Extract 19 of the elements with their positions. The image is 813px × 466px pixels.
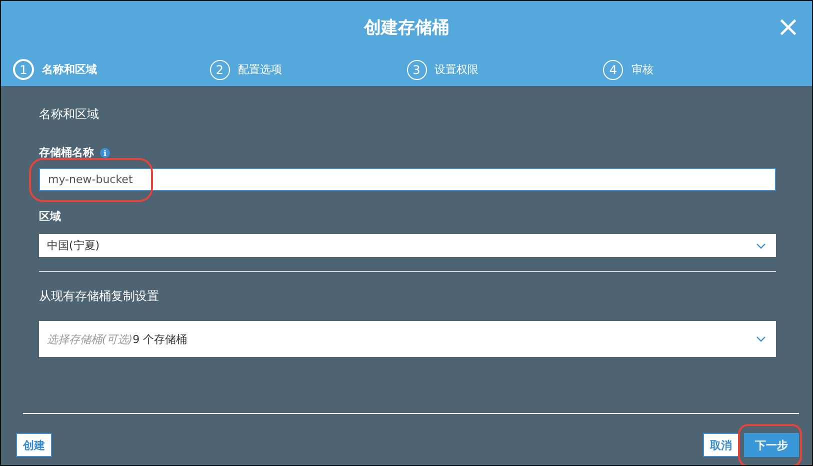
step-tab[interactable]: 3 设置权限 xyxy=(406,60,604,80)
dialog-button[interactable]: 下一步 xyxy=(744,433,799,457)
close-button[interactable]: × xyxy=(772,13,804,41)
region-select[interactable]: 中国(宁夏) xyxy=(39,234,776,257)
bucket-name-field[interactable]: my-new-bucket xyxy=(39,168,776,191)
dialog-button[interactable]: 取消 xyxy=(703,433,739,457)
chevron-icon xyxy=(756,336,766,342)
dialog-button[interactable]: 创建 xyxy=(16,433,52,457)
dialog-title: 创建存储桶 xyxy=(364,16,449,38)
bucket-select[interactable]: 选择存储桶(可选)9 个存储桶 xyxy=(39,321,776,357)
field-label: 区域 xyxy=(39,209,62,224)
step-tab[interactable]: 1 名称和区域 xyxy=(13,59,210,80)
section-title: 从现有存储桶复制设置 xyxy=(39,288,160,305)
step-tab[interactable]: 4 审核 xyxy=(603,60,800,80)
step-tab[interactable]: 2 配置选项 xyxy=(210,60,406,80)
chevron-icon xyxy=(756,242,766,248)
section-title: 名称和区域 xyxy=(39,106,100,123)
info-icon[interactable]: i xyxy=(100,148,110,158)
field-label: 存储桶名称 xyxy=(39,145,94,160)
